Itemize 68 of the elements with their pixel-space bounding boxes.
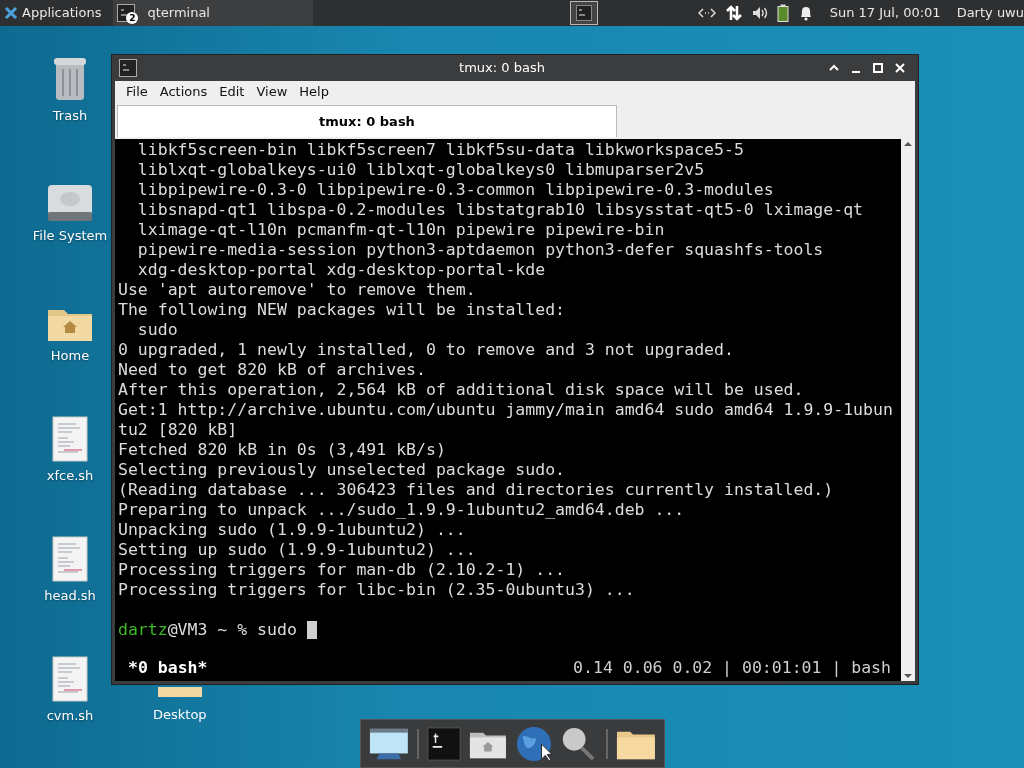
window-title: tmux: 0 bash [458, 59, 546, 78]
volume-icon[interactable] [751, 6, 768, 20]
terminal-line: libsnapd-qt1 libspa-0.2-modules libstatgrab10 libsysstat-qt5-0 lximage-qt [136, 200, 865, 220]
terminal-line: (Reading database ... 306423 files and directories currently installed.) [118, 480, 835, 500]
menu-item[interactable]: Edit [219, 82, 245, 102]
terminal-icon [117, 4, 136, 22]
window-count-badge: 2 [126, 12, 139, 24]
terminal-line: sudo [136, 320, 179, 340]
network-icon[interactable] [697, 7, 716, 19]
menu-item[interactable]: File [126, 82, 148, 102]
terminal-line: Selecting previously unselected package sudo. [118, 460, 567, 480]
task-button[interactable]: 2 qterminal [113, 0, 314, 26]
xfce-logo-icon [4, 6, 18, 20]
menu-item[interactable]: Actions [159, 82, 208, 102]
terminal-line: pipewire-media-session python3-aptdaemon python3-defer squashfs-tools [136, 240, 825, 260]
show-desktop-button[interactable] [569, 1, 598, 25]
desktop-icon-label[interactable]: Trash [52, 106, 88, 126]
applications-menu[interactable]: Applications [0, 0, 106, 26]
terminal-icon [119, 59, 137, 77]
terminal-line: Unpacking sudo (1.9.9-1ubuntu2) ... [118, 520, 467, 540]
desktop-icon-label[interactable]: File System [32, 226, 108, 246]
scroll-down-icon[interactable] [903, 671, 913, 681]
desktop-icon[interactable] [369, 726, 409, 761]
tmux-window-status: *0 bash* [128, 658, 208, 678]
terminal-line: libpipewire-0.3-0 libpipewire-0.3-common libpipewire-0.3-modules [136, 180, 775, 200]
user-name[interactable]: Darty uwu [956, 3, 1024, 23]
close-icon[interactable] [893, 61, 907, 75]
terminal-tab[interactable]: tmux: 0 bash [117, 105, 617, 137]
terminal-line: The following NEW packages will be installed: [118, 300, 567, 320]
text-file-icon [52, 656, 88, 702]
terminal-icon[interactable] [426, 725, 461, 762]
terminal-line: xdg-desktop-portal xdg-desktop-portal-kde [136, 260, 547, 280]
tmux-status-info: 0.14 0.06 0.02 | 00:01:01 | bash [573, 658, 891, 678]
terminal-line: Fetched 820 kB in 0s (3,491 kB/s) [118, 440, 447, 460]
terminal-icon [575, 5, 592, 21]
desktop-icon-label[interactable]: xfce.sh [46, 466, 94, 486]
terminal-line: Use 'apt autoremove' to remove them. [118, 280, 477, 300]
menu-item[interactable]: View [256, 82, 288, 102]
terminal-line: tu2 [820 kB] [118, 420, 239, 440]
terminal-line: Get:1 http://archive.ubuntu.com/ubuntu jammy/main amd64 sudo amd64 1.9.9-1ubun [118, 400, 894, 420]
text-file-icon [52, 536, 88, 582]
scrollbar[interactable] [901, 139, 915, 681]
scroll-up-icon[interactable] [903, 139, 913, 149]
terminal-line: libkf5screen-bin libkf5screen7 libkf5su-data libkworkspace5-5 [136, 140, 745, 160]
desktop-icon-label[interactable]: Desktop [153, 705, 207, 725]
transfer-arrows-icon[interactable] [724, 4, 743, 22]
text-cursor [306, 621, 317, 639]
terminal-line: Preparing to unpack .../sudo_1.9.9-1ubuntu2_amd64.deb ... [118, 500, 686, 520]
hard-drive-icon [47, 184, 93, 222]
menu-item[interactable]: Help [299, 82, 329, 102]
prompt-user: dartz [118, 620, 168, 640]
clock[interactable]: Sun 17 Jul, 00:01 [829, 3, 941, 23]
terminal-line: Processing triggers for man-db (2.10.2-1) ... [118, 560, 567, 580]
trash-icon [52, 56, 88, 102]
desktop-icon-label[interactable]: head.sh [44, 586, 96, 606]
maximize-icon[interactable] [871, 61, 885, 75]
text-file-icon [52, 416, 88, 462]
terminal-line: Need to get 820 kB of archives. [118, 360, 427, 380]
battery-icon[interactable] [776, 4, 789, 22]
desktop-icon-label[interactable]: Home [50, 346, 90, 366]
prompt-command: @VM3 ~ % sudo [167, 620, 297, 640]
terminal-line: 0 upgraded, 1 newly installed, 0 to remove and 3 not upgraded. [118, 340, 735, 360]
terminal-line: After this operation, 2,564 kB of additional disk space will be used. [118, 380, 805, 400]
terminal-line: liblxqt-globalkeys-ui0 liblxqt-globalkeys0 libmuparser2v5 [136, 160, 706, 180]
terminal-line: Setting up sudo (1.9.9-1ubuntu2) ... [118, 540, 477, 560]
terminal-line: Processing triggers for libc-bin (2.35-0ubuntu3) ... [118, 580, 636, 600]
terminal-line: lximage-qt-l10n pcmanfm-qt-l10n pipewire pipewire-bin [136, 220, 666, 240]
desktop-icon-label[interactable]: cvm.sh [46, 706, 94, 726]
